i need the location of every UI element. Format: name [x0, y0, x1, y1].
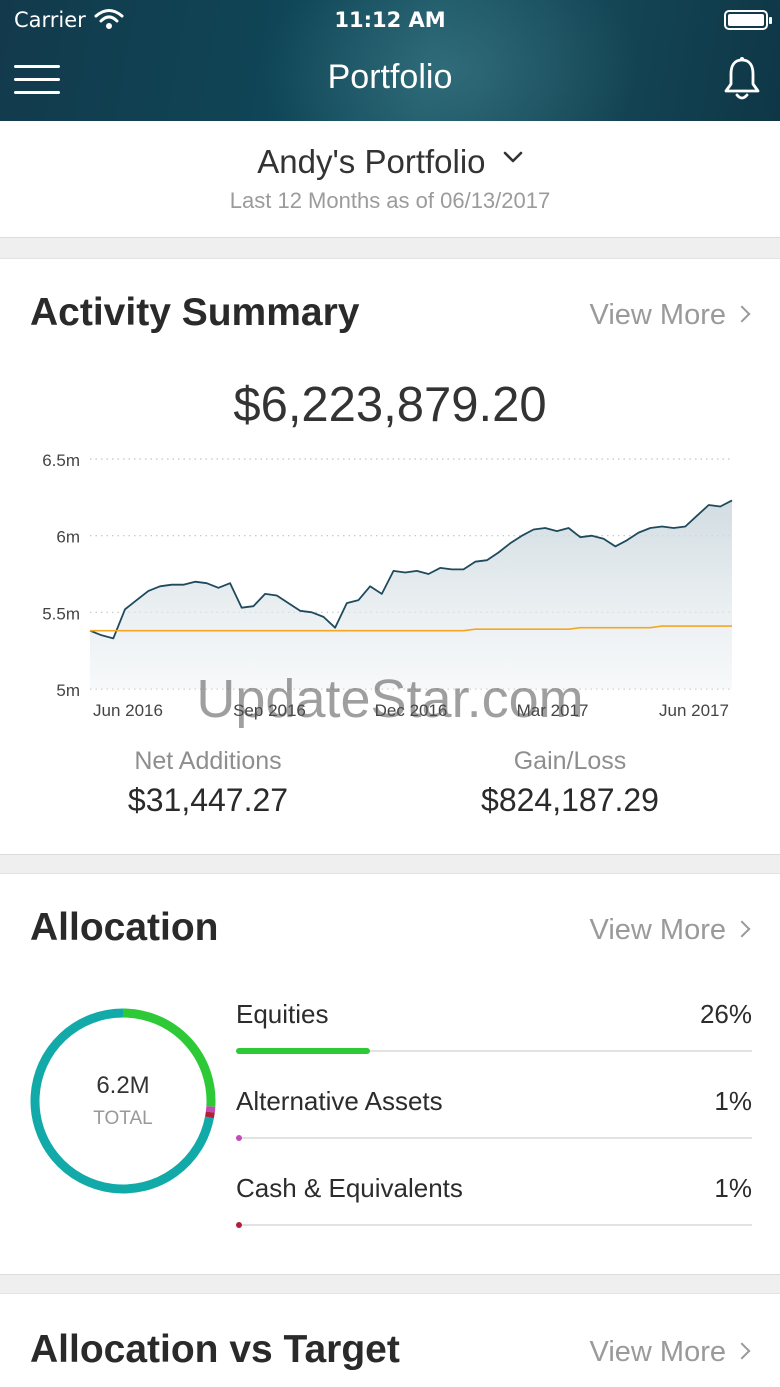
allocation-row[interactable]: Alternative Assets 1% [236, 1086, 752, 1172]
allocation-card: Allocation View More 6.2M TOTAL Equities… [0, 873, 780, 1275]
portfolio-selector[interactable]: Andy's Portfolio Last 12 Months as of 06… [0, 121, 780, 238]
battery-icon [724, 10, 772, 30]
status-bar: Carrier 11:12 AM [0, 0, 780, 42]
donut-segment [205, 1106, 216, 1113]
allocation-bar-track [236, 1048, 752, 1054]
allocation-bar-track [236, 1135, 752, 1141]
donut-total-label: TOTAL [93, 1108, 152, 1129]
allocation-percent: 26% [699, 999, 752, 1029]
view-more-label: View More [589, 1336, 726, 1368]
allocation-view-more-link[interactable]: View More [589, 914, 751, 947]
allocation-bar-fill [236, 1222, 242, 1228]
allocation-bar-fill [236, 1048, 371, 1054]
allocation-name: Equities [236, 999, 329, 1029]
chevron-right-icon [733, 920, 751, 938]
allocation-vs-target-card: Allocation vs Target View More [0, 1293, 780, 1387]
net-additions-value: $31,447.27 [127, 782, 289, 818]
y-tick-label: 6m [56, 528, 80, 547]
allocation-name: Alternative Assets [236, 1086, 443, 1116]
app-header: Carrier 11:12 AM Portfolio [0, 0, 780, 121]
allocation-title: Allocation [30, 906, 219, 949]
gain-loss-stat: Gain/Loss $824,187.29 [390, 747, 750, 819]
bell-icon[interactable] [722, 56, 762, 102]
view-more-label: View More [589, 914, 726, 946]
allocation-row[interactable]: Cash & Equivalents 1% [236, 1173, 752, 1259]
chevron-right-icon [733, 305, 751, 323]
net-additions-label: Net Additions [134, 747, 282, 775]
gain-loss-value: $824,187.29 [481, 782, 659, 818]
donut-segment [205, 1111, 215, 1119]
portfolio-total-value: $6,223,879.20 [233, 378, 547, 432]
portfolio-name-label: Andy's Portfolio [257, 143, 486, 180]
allocation-name: Cash & Equivalents [236, 1173, 463, 1203]
target-view-more-link[interactable]: View More [589, 1336, 751, 1369]
y-tick-label: 6.5m [42, 451, 80, 470]
activity-summary-card: Activity Summary View More $6,223,879.20… [0, 258, 780, 855]
page-title: Portfolio [327, 58, 453, 96]
gain-loss-label: Gain/Loss [513, 747, 627, 775]
chevron-down-icon [503, 151, 523, 163]
portfolio-name[interactable]: Andy's Portfolio [0, 143, 780, 181]
allocation-percent: 1% [714, 1173, 752, 1203]
portfolio-date-range: Last 12 Months as of 06/13/2017 [229, 188, 551, 213]
activity-summary-title: Activity Summary [30, 291, 360, 334]
net-additions-stat: Net Additions $31,447.27 [28, 747, 388, 819]
view-more-label: View More [589, 299, 726, 331]
chevron-right-icon [733, 1342, 751, 1360]
allocation-vs-target-title: Allocation vs Target [30, 1328, 400, 1371]
allocation-donut-chart[interactable]: 6.2M TOTAL [26, 1004, 220, 1198]
allocation-bar-track [236, 1222, 752, 1228]
donut-total-value: 6.2M [96, 1072, 149, 1099]
allocation-row[interactable]: Equities 26% [236, 999, 752, 1085]
y-tick-label: 5.5m [42, 604, 80, 623]
watermark-text: UpdateStar.com [196, 669, 584, 729]
chart-area-fill [90, 500, 732, 689]
status-time: 11:12 AM [334, 8, 446, 32]
allocation-percent: 1% [714, 1086, 752, 1116]
allocation-bar-fill [236, 1135, 242, 1141]
nav-bar: Portfolio [0, 50, 780, 110]
activity-view-more-link[interactable]: View More [589, 299, 751, 332]
